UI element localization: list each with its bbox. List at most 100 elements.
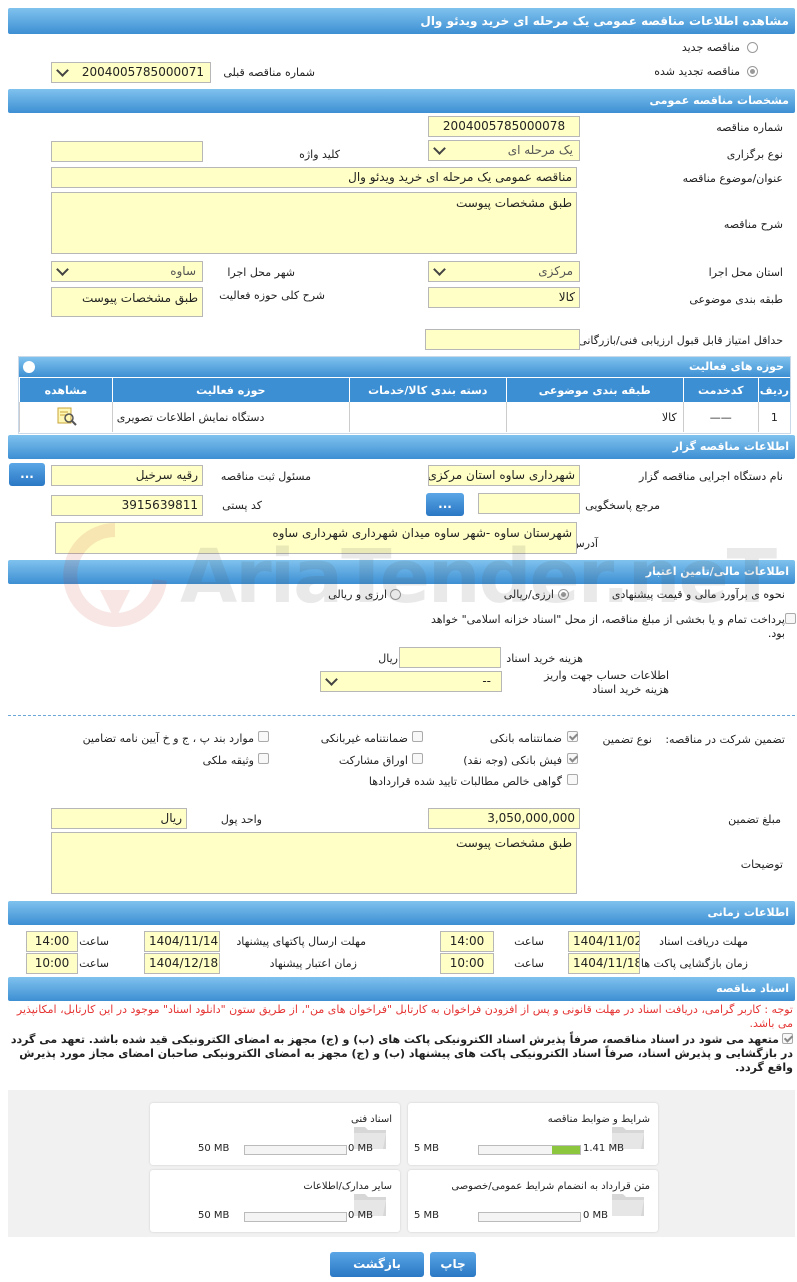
category-label: طبقه بندی موضوعی xyxy=(689,293,783,306)
amount-label: مبلغ تضمین xyxy=(728,813,781,826)
financial-panel: نحوه ی برآورد مالی و قیمت پیشنهادی ارزی/… xyxy=(8,584,796,704)
cash-checkbox[interactable] xyxy=(567,753,578,764)
back-button[interactable]: بازگشت xyxy=(330,1252,424,1277)
nonbank-guarantee-label: ضمانتنامه غیربانکی xyxy=(320,732,408,745)
claims-label: گواهی خالص مطالبات تایید شده قراردادها xyxy=(368,775,562,788)
doc-card-max: 5 MB xyxy=(414,1143,440,1154)
financial-header: اطلاعات مالی/تامین اعتبار xyxy=(8,560,795,584)
documents-header: اسناد مناقصه xyxy=(8,977,795,1001)
treasury-checkbox[interactable] xyxy=(785,613,796,624)
keyword-label: کلید واژه xyxy=(299,148,340,161)
print-button[interactable]: چاپ xyxy=(430,1252,476,1277)
activity-table: ردیف کدخدمت طبقه بندی موضوعی دسته بندی ک… xyxy=(19,378,790,432)
timing-header: اطلاعات زمانی xyxy=(8,901,795,925)
estimate-rial-label: ارزی/ریالی xyxy=(503,588,554,601)
estimate-rial-radio[interactable] xyxy=(558,589,569,600)
bank-guarantee-checkbox[interactable] xyxy=(567,731,578,742)
submit-date: 1404/11/14 xyxy=(144,931,220,952)
chevron-down-icon xyxy=(433,142,446,155)
doc-card-max: 50 MB xyxy=(198,1143,230,1154)
new-tender-label: مناقصه جدید xyxy=(681,41,740,54)
doc-card-used: 0 MB xyxy=(348,1210,374,1221)
address-field: شهرستان ساوه -شهر ساوه میدان شهرداری شهر… xyxy=(55,522,577,554)
validity-date: 1404/12/18 xyxy=(144,953,220,974)
general-header: مشخصات مناقصه عمومی xyxy=(8,89,795,113)
province-value: مرکزی xyxy=(538,264,573,278)
organizer-header: اطلاعات مناقصه گزار xyxy=(8,435,795,459)
activity-table-box: حوزه های فعالیت ردیف کدخدمت طبقه بندی مو… xyxy=(18,356,791,434)
activity-header-label: حوزه های فعالیت xyxy=(689,360,784,373)
doc-card-progress xyxy=(478,1212,581,1222)
col-view: مشاهده xyxy=(19,378,113,402)
submit-label: مهلت ارسال پاکتهای پیشنهاد xyxy=(236,935,366,948)
col-field: حوزه فعالیت xyxy=(111,378,350,402)
bonds-checkbox[interactable] xyxy=(412,753,423,764)
organizer-panel: نام دستگاه اجرایی مناقصه گزار شهرداری سا… xyxy=(8,459,795,559)
submit-time-label: ساعت xyxy=(79,935,109,948)
col-category: طبقه بندی موضوعی xyxy=(505,378,684,402)
account-value: -- xyxy=(482,674,491,688)
new-tender-radio[interactable] xyxy=(747,42,758,53)
general-panel: شماره مناقصه 2004005785000078 نوع برگزار… xyxy=(8,113,795,353)
prev-number-select[interactable]: 2004005785000071 xyxy=(51,62,211,83)
validity-time: 10:00 xyxy=(26,953,78,974)
collapse-icon[interactable] xyxy=(23,361,35,373)
estimate-both-radio[interactable] xyxy=(390,589,401,600)
col-group: دسته بندی کالا/خدمات xyxy=(348,378,507,402)
category-field: کالا xyxy=(428,287,580,308)
tender-type-panel: مناقصه جدید مناقصه تجدید شده شماره مناقص… xyxy=(8,36,795,88)
doc-card-used: 0 MB xyxy=(583,1210,609,1221)
validity-time-label: ساعت xyxy=(79,957,109,970)
commitment-text: متعهد می شود در اسناد مناقصه، صرفاً پذیر… xyxy=(10,1033,793,1074)
col-index: ردیف xyxy=(757,378,790,402)
row-index: 1 xyxy=(757,402,790,432)
doc-card-progress-fill xyxy=(551,1146,580,1154)
prev-number-label: شماره مناقصه قبلی xyxy=(223,66,315,79)
doc-card-progress xyxy=(478,1145,581,1155)
city-value: ساوه xyxy=(170,264,196,278)
reference-more-button[interactable]: ... xyxy=(426,493,464,516)
amount-field: 3,050,000,000 xyxy=(428,808,580,829)
doc-card-used: 0 MB xyxy=(348,1143,374,1154)
documents-notice: توجه : کاربر گرامی، دریافت اسناد در مهلت… xyxy=(16,1003,793,1030)
nonbank-guarantee-checkbox[interactable] xyxy=(412,731,423,742)
doc-card-progress xyxy=(244,1212,347,1222)
doc-card-used: 1.41 MB xyxy=(583,1143,624,1154)
validity-label: زمان اعتبار پیشنهاد xyxy=(269,957,357,970)
property-checkbox[interactable] xyxy=(258,753,269,764)
number-field: 2004005785000078 xyxy=(428,116,580,137)
payment-note: پرداخت تمام و یا بخشی از مبلغ مناقصه، از… xyxy=(430,613,785,640)
doc-card[interactable]: سایر مدارک/اطلاعات 50 MB 0 MB xyxy=(150,1170,400,1232)
reference-label: مرجع پاسخگویی xyxy=(585,499,660,512)
account-select[interactable]: -- xyxy=(320,671,502,692)
holding-select[interactable]: یک مرحله ای xyxy=(428,140,580,161)
doc-card[interactable]: متن قرارداد به انضمام شرایط عمومی/خصوصی … xyxy=(408,1170,658,1232)
type-label: نوع تضمین xyxy=(602,733,652,746)
subject-field: مناقصه عمومی یک مرحله ای خرید ویدئو وال xyxy=(51,167,577,188)
clauses-checkbox[interactable] xyxy=(258,731,269,742)
folder-icon xyxy=(612,1194,644,1216)
registrar-more-button[interactable]: ... xyxy=(9,463,45,486)
view-document-icon[interactable] xyxy=(55,406,77,426)
col-code: کدخدمت xyxy=(682,378,759,402)
row-field: دستگاه نمایش اطلاعات تصویری xyxy=(111,402,350,432)
scope-field: طبق مشخصات پیوست xyxy=(51,287,203,317)
account-label: اطلاعات حساب جهت واریز هزینه خرید اسناد xyxy=(544,669,669,696)
doc-card[interactable]: اسناد فنی 50 MB 0 MB xyxy=(150,1103,400,1165)
keyword-field xyxy=(51,141,203,162)
city-select[interactable]: ساوه xyxy=(51,261,203,282)
province-select[interactable]: مرکزی xyxy=(428,261,580,282)
opening-time-label: ساعت xyxy=(514,957,544,970)
registrar-label: مسئول ثبت مناقصه xyxy=(220,470,311,483)
table-row: 1 —— کالا دستگاه نمایش اطلاعات تصویری xyxy=(19,402,790,432)
documents-cards-panel xyxy=(8,1090,795,1237)
doc-card[interactable]: شرایط و ضوابط مناقصه 5 MB 1.41 MB xyxy=(408,1103,658,1165)
description-field: طبق مشخصات پیوست xyxy=(51,192,577,254)
opening-date: 1404/11/18 xyxy=(568,953,640,974)
guarantee-panel: تضمین شرکت در مناقصه: نوع تضمین ضمانتنام… xyxy=(8,722,795,902)
chevron-down-icon xyxy=(325,673,338,686)
renewed-tender-radio[interactable] xyxy=(747,66,758,77)
estimate-label: نحوه ی برآورد مالی و قیمت پیشنهادی xyxy=(611,588,785,601)
org-field: شهرداری ساوه استان مرکزی xyxy=(428,465,580,486)
claims-checkbox[interactable] xyxy=(567,774,578,785)
